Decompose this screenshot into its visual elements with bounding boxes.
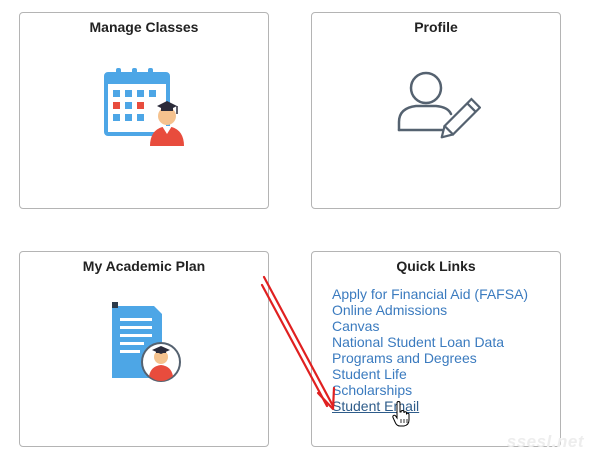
calendar-student-icon bbox=[104, 68, 184, 146]
profile-tile[interactable]: Profile bbox=[311, 12, 561, 209]
watermark: ssesl.net bbox=[506, 432, 584, 451]
academic-plan-title: My Academic Plan bbox=[82, 258, 206, 274]
manage-classes-title: Manage Classes bbox=[89, 19, 199, 35]
manage-classes-tile[interactable]: Manage Classes bbox=[19, 12, 269, 209]
profile-title: Profile bbox=[414, 19, 458, 35]
user-edit-icon bbox=[397, 71, 481, 139]
link-student-life[interactable]: Student Life bbox=[332, 366, 407, 382]
list-item: National Student Loan Data bbox=[332, 334, 528, 350]
academic-plan-tile[interactable]: My Academic Plan bbox=[19, 251, 269, 447]
list-item: Online Admissions bbox=[332, 302, 528, 318]
quick-links-list: Apply for Financial Aid (FAFSA) Online A… bbox=[332, 286, 528, 414]
link-financial-aid[interactable]: Apply for Financial Aid (FAFSA) bbox=[332, 286, 528, 302]
quick-links-tile: Quick Links Apply for Financial Aid (FAF… bbox=[311, 251, 561, 447]
list-item: Student Email bbox=[332, 398, 528, 414]
link-student-loan-data[interactable]: National Student Loan Data bbox=[332, 334, 504, 350]
list-item: Scholarships bbox=[332, 382, 528, 398]
list-item: Programs and Degrees bbox=[332, 350, 528, 366]
link-canvas[interactable]: Canvas bbox=[332, 318, 379, 334]
quick-links-title: Quick Links bbox=[396, 258, 476, 274]
hand-cursor-icon bbox=[392, 401, 410, 427]
list-item: Canvas bbox=[332, 318, 528, 334]
document-student-icon bbox=[112, 302, 181, 382]
link-online-admissions[interactable]: Online Admissions bbox=[332, 302, 447, 318]
list-item: Apply for Financial Aid (FAFSA) bbox=[332, 286, 528, 302]
link-programs-degrees[interactable]: Programs and Degrees bbox=[332, 350, 477, 366]
list-item: Student Life bbox=[332, 366, 528, 382]
link-scholarships[interactable]: Scholarships bbox=[332, 382, 412, 398]
